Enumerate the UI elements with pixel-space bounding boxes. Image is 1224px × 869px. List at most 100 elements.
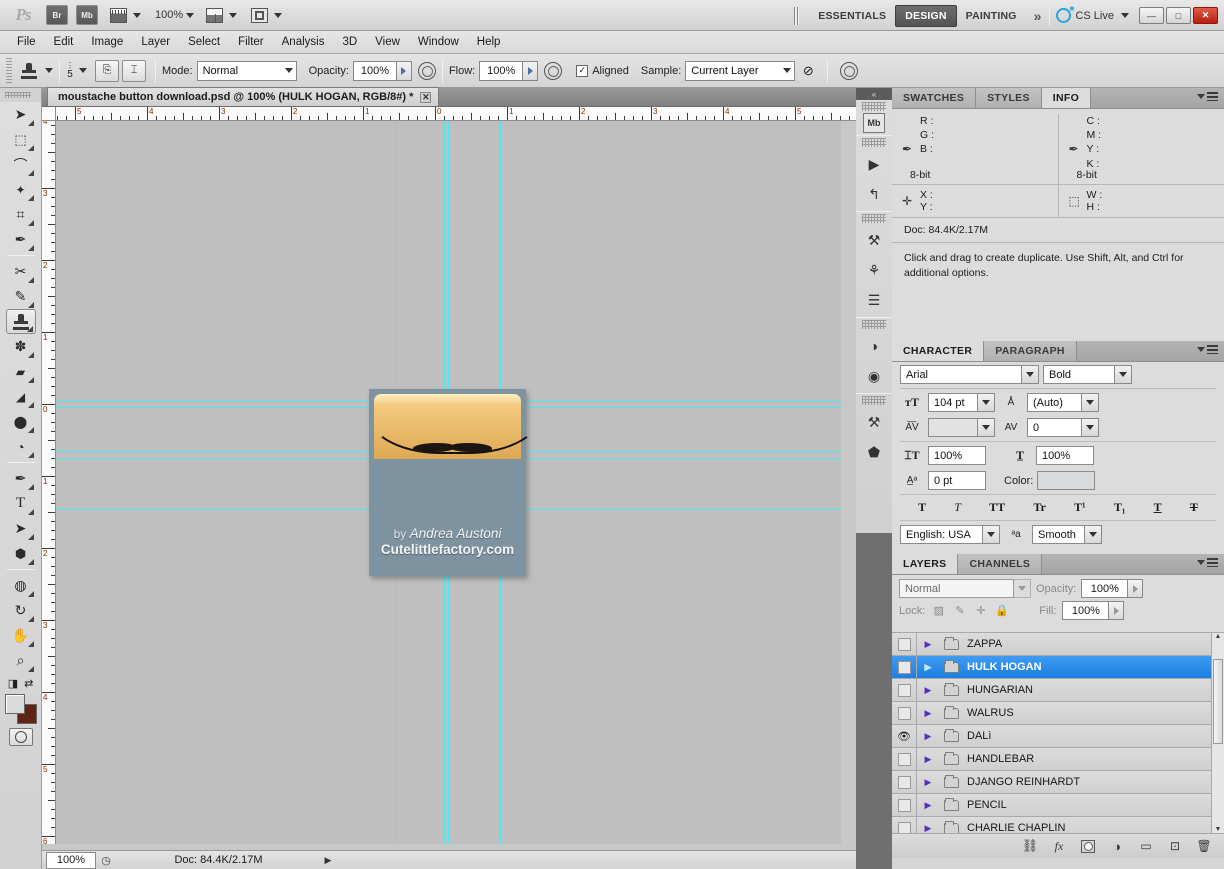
view-extras-chevron-icon[interactable] [133, 13, 141, 18]
tool-eraser[interactable]: ▰ [6, 359, 36, 384]
tool-brush[interactable]: ✎ [6, 284, 36, 309]
layer-group-expand-icon[interactable]: ▶ [917, 662, 939, 673]
font-size-input[interactable]: 104 pt [928, 393, 978, 412]
status-expand-icon[interactable]: ▶ [321, 855, 335, 866]
layer-row[interactable]: ▶ZAPPA [892, 633, 1224, 656]
kerning-chevron-icon[interactable] [978, 418, 995, 437]
launch-mini-bridge-button[interactable]: Mb [76, 5, 98, 25]
font-style-input[interactable]: Bold [1043, 365, 1115, 384]
status-zoom-input[interactable]: 100% [46, 852, 96, 869]
vertical-ruler[interactable]: 43210123456 [42, 121, 56, 844]
layer-row[interactable]: ▶HULK HOGAN [892, 656, 1224, 679]
foreground-color-swatch[interactable] [5, 694, 25, 714]
layer-group-expand-icon[interactable]: ▶ [917, 639, 939, 650]
layer-row[interactable]: 👁▶DALì [892, 725, 1224, 748]
arrange-chevron-icon[interactable] [229, 13, 237, 18]
menu-file[interactable]: File [8, 33, 45, 51]
document-close-icon[interactable]: ✕ [420, 92, 431, 103]
tab-info[interactable]: INFO [1042, 88, 1091, 108]
tool-3d-orbit[interactable]: ↻ [6, 598, 36, 623]
layer-fill-input[interactable]: 100% [1062, 601, 1109, 620]
layers-scroll-thumb[interactable] [1213, 659, 1223, 744]
tool-gradient[interactable]: ◢ [6, 384, 36, 409]
dock-collapse-icon[interactable]: « [856, 88, 892, 100]
menu-image[interactable]: Image [82, 33, 132, 51]
toggle-clone-source-panel-icon[interactable]: ⎘ [95, 60, 119, 82]
vertical-scale-input[interactable]: 100% [928, 446, 986, 465]
dock-grip-3[interactable] [862, 214, 886, 223]
airbrush-toggle-icon[interactable] [544, 62, 562, 80]
tool-3d-rotate[interactable]: ◍ [6, 573, 36, 598]
tablet-pressure-icon[interactable] [840, 62, 858, 80]
layer-group-expand-icon[interactable]: ▶ [917, 708, 939, 719]
toggle-brush-panel-icon[interactable]: ⌶ [122, 60, 146, 82]
font-family-input[interactable]: Arial [900, 365, 1022, 384]
leading-input[interactable]: (Auto) [1027, 393, 1082, 412]
tool-history-brush[interactable]: ✽ [6, 334, 36, 359]
menu-help[interactable]: Help [468, 33, 510, 51]
arrange-documents-icon[interactable] [206, 8, 223, 23]
antialias-input[interactable]: Smooth [1032, 525, 1085, 544]
layer-group-expand-icon[interactable]: ▶ [917, 823, 939, 834]
screen-mode-icon[interactable] [251, 8, 268, 23]
all-caps-button[interactable]: TT [989, 500, 1005, 515]
layer-list-scrollbar[interactable]: ▲▼ [1211, 633, 1224, 833]
aligned-checkbox[interactable]: ✓ [576, 65, 588, 77]
launch-bridge-button[interactable]: Br [46, 5, 68, 25]
opacity-input[interactable]: 100% [353, 61, 397, 81]
kerning-input[interactable] [928, 418, 978, 437]
tools-panel-header[interactable] [0, 88, 41, 102]
new-layer-icon[interactable]: ⊡ [1167, 838, 1183, 854]
adjustment-layer-icon[interactable]: ◑ [1109, 838, 1125, 854]
font-family-chevron-icon[interactable] [1022, 365, 1039, 384]
status-preview-icon[interactable]: ◷ [96, 852, 116, 869]
color-swatches[interactable] [5, 694, 37, 724]
channels-icon[interactable]: ◉ [856, 361, 892, 391]
tab-paragraph[interactable]: PARAGRAPH [984, 341, 1077, 361]
layer-row[interactable]: ▶HANDLEBAR [892, 748, 1224, 771]
layer-blend-mode-select[interactable]: Normal [899, 579, 1014, 598]
document-tab[interactable]: moustache button download.psd @ 100% (HU… [47, 87, 439, 106]
tool-eyedropper[interactable]: ✒ [6, 227, 36, 252]
strikethrough-button[interactable]: T [1190, 500, 1198, 515]
tool-custom-shape[interactable]: ⬢ [6, 541, 36, 566]
font-style-chevron-icon[interactable] [1115, 365, 1132, 384]
layer-visibility-toggle[interactable] [892, 817, 917, 833]
tab-character[interactable]: CHARACTER [892, 341, 984, 361]
layer-visibility-toggle[interactable] [892, 679, 917, 701]
layer-group-expand-icon[interactable]: ▶ [917, 800, 939, 811]
antialias-chevron-icon[interactable] [1085, 525, 1102, 544]
layer-visibility-toggle[interactable] [892, 702, 917, 724]
options-bar-grip[interactable] [6, 58, 12, 84]
layer-visibility-toggle[interactable] [892, 748, 917, 770]
subscript-button[interactable]: T₁ [1114, 500, 1126, 515]
opacity-spinner[interactable] [397, 61, 412, 81]
info-panel-menu-icon[interactable] [1197, 92, 1218, 101]
language-chevron-icon[interactable] [983, 525, 1000, 544]
leading-chevron-icon[interactable] [1082, 393, 1099, 412]
layer-mask-icon[interactable] [1080, 838, 1096, 854]
menu-filter[interactable]: Filter [229, 33, 273, 51]
baseline-shift-input[interactable]: 0 pt [928, 471, 986, 490]
brush-preset-chevron-icon[interactable] [79, 68, 87, 73]
workspace-grip[interactable] [794, 7, 799, 25]
blend-mode-select[interactable]: Normal [197, 61, 297, 81]
layer-visibility-toggle[interactable] [892, 771, 917, 793]
text-color-swatch[interactable] [1037, 471, 1095, 490]
layer-row[interactable]: ▶CHARLIE CHAPLIN [892, 817, 1224, 833]
layer-list[interactable]: ▶ZAPPA▶HULK HOGAN▶HUNGARIAN▶WALRUS👁▶DALì… [892, 632, 1224, 833]
layer-visibility-toggle[interactable] [892, 633, 917, 655]
ignore-adjustment-layers-icon[interactable]: ⊘ [795, 58, 821, 84]
tool-blur[interactable]: ⬤ [6, 409, 36, 434]
tracking-chevron-icon[interactable] [1082, 418, 1099, 437]
menu-view[interactable]: View [366, 33, 409, 51]
timeline-icon[interactable]: ▶ [856, 149, 892, 179]
artwork-moustache-button[interactable]: by Andrea Austoni Cutelittlefactory.com [369, 389, 526, 576]
layers-scroll-down-icon[interactable]: ▼ [1212, 826, 1224, 833]
screen-mode-chevron-icon[interactable] [274, 13, 282, 18]
lock-image-pixels-icon[interactable]: ✎ [952, 604, 967, 617]
flow-spinner[interactable] [523, 61, 538, 81]
default-colors-icon[interactable]: ◨ [8, 677, 18, 690]
workspace-essentials[interactable]: ESSENTIALS [809, 6, 895, 26]
cs-live-button[interactable]: CS Live [1056, 8, 1129, 23]
